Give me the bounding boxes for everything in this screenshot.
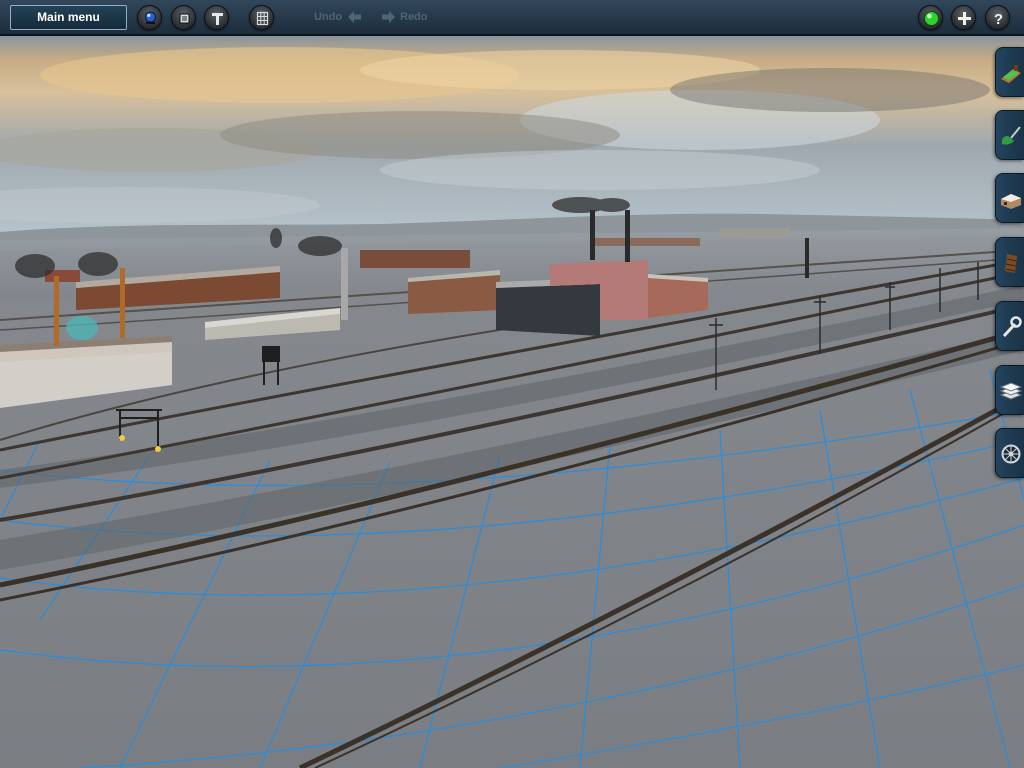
- grid-icon: [256, 11, 269, 26]
- status-light-button[interactable]: [918, 5, 943, 30]
- layers-tool-tab[interactable]: [995, 365, 1024, 415]
- help-icon: ?: [994, 11, 1003, 28]
- track-tool-icon: [1001, 65, 1021, 83]
- help-button[interactable]: ?: [985, 5, 1010, 30]
- steam-cloud: [66, 316, 98, 340]
- stop-icon: [179, 13, 190, 24]
- svg-text:?: ?: [994, 11, 1003, 28]
- add-button[interactable]: [951, 5, 976, 30]
- top-toolbar: Main menu Undo Redo ?: [0, 0, 1024, 36]
- edit-tool-tab[interactable]: [995, 301, 1024, 351]
- info-button[interactable]: [204, 5, 229, 30]
- status-light-icon: [924, 11, 939, 26]
- edit-tool-icon: [1002, 316, 1022, 338]
- redo-button[interactable]: Redo: [400, 11, 428, 23]
- paint-tool-icon: [1001, 126, 1021, 145]
- settings-tool-tab[interactable]: [995, 428, 1024, 478]
- undo-arrow-icon[interactable]: [348, 10, 361, 24]
- bridge-tool-icon: [1005, 254, 1017, 273]
- driver-mode-icon: [145, 11, 156, 24]
- add-icon: [958, 12, 971, 25]
- building-tool-icon: [1001, 194, 1021, 209]
- building-tool-tab[interactable]: [995, 173, 1024, 223]
- settings-tool-icon: [1001, 444, 1021, 464]
- track-tool-tab[interactable]: [995, 47, 1024, 97]
- railroad-scene: [0, 36, 1024, 768]
- sky: [0, 36, 1024, 236]
- driver-mode-button[interactable]: [137, 5, 162, 30]
- grid-button[interactable]: [249, 5, 274, 30]
- redo-arrow-icon[interactable]: [382, 10, 395, 24]
- bridge-tool-tab[interactable]: [995, 237, 1024, 287]
- main-menu-button[interactable]: Main menu: [10, 5, 127, 30]
- layers-tool-icon: [999, 382, 1023, 400]
- 3d-viewport[interactable]: [0, 36, 1024, 768]
- undo-button[interactable]: Undo: [314, 11, 342, 23]
- stop-button[interactable]: [171, 5, 196, 30]
- paint-tool-tab[interactable]: [995, 110, 1024, 160]
- info-icon: [212, 13, 223, 25]
